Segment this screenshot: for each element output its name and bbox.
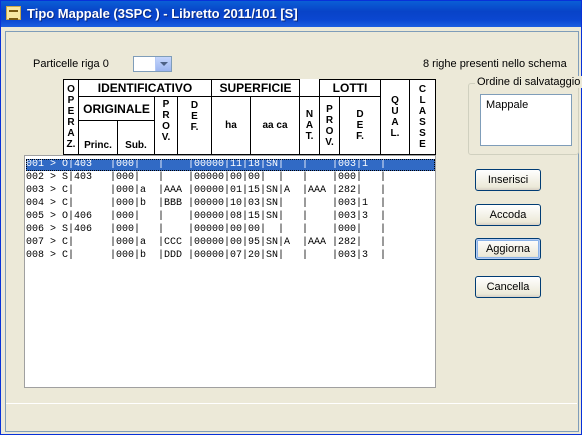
app-icon [6, 6, 21, 20]
header-princ: Princ. [78, 120, 118, 155]
chevron-down-icon[interactable] [155, 57, 171, 71]
header-identificativo: IDENTIFICATIVO [78, 79, 212, 97]
header-ha: ha [211, 96, 251, 155]
aggiorna-button[interactable]: Aggiorna [475, 238, 541, 260]
header-nat: N A T. [299, 96, 320, 155]
header-def: D E F. [177, 96, 212, 155]
cancella-button[interactable]: Cancella [475, 276, 541, 298]
particelle-dropdown[interactable] [133, 56, 172, 72]
header-operaz: O P E R A Z. [63, 79, 79, 155]
list-item[interactable]: 006 > S|406 |000| | |00000|00|00| | | |0… [26, 224, 435, 236]
righe-presenti-text: 8 righe presenti nello schema [423, 58, 567, 70]
header-prov: P R O V. [154, 96, 178, 155]
particelle-label: Particelle riga 0 [33, 58, 109, 70]
bottom-divider [6, 403, 577, 405]
list-item[interactable]: 003 > C| |000|a |AAA |00000|01|15|SN|A |… [26, 185, 435, 197]
list-item[interactable]: 002 > S|403 |000| | |00000|00|00| | | |0… [26, 172, 435, 184]
ordine-caption: Ordine di salvataggio [475, 76, 582, 88]
accoda-button[interactable]: Accoda [475, 204, 541, 226]
header-classe: C L A S S E [409, 79, 436, 155]
inserisci-button[interactable]: Inserisci [475, 169, 541, 191]
ordine-listbox[interactable]: Mappale [480, 94, 572, 146]
aggiorna-label: Aggiorna [485, 243, 531, 255]
header-superficie: SUPERFICIE [211, 79, 300, 97]
ordine-item[interactable]: Mappale [486, 99, 528, 111]
list-item[interactable]: 008 > C| |000|b |DDD |00000|07|20|SN| | … [26, 250, 435, 262]
accoda-label: Accoda [489, 209, 527, 221]
header-sub: Sub. [117, 120, 155, 155]
list-item[interactable]: 001 > O|403 |000| | |00000|11|18|SN| | |… [26, 159, 435, 171]
grid-header: O P E R A Z. IDENTIFICATIVO ORIGINALE Pr… [63, 79, 436, 155]
header-lotti-def: D E F. [339, 96, 381, 155]
inserisci-label: Inserisci [487, 174, 529, 186]
window-title: Tipo Mappale (3SPC ) - Libretto 2011/101… [27, 6, 298, 21]
cancella-label: Cancella [486, 281, 530, 293]
header-originale: ORIGINALE [78, 96, 155, 121]
list-item[interactable]: 007 > C| |000|a |CCC |00000|00|95|SN|A |… [26, 237, 435, 249]
header-aa-ca: aa ca [250, 96, 300, 155]
title-bar[interactable]: Tipo Mappale (3SPC ) - Libretto 2011/101… [1, 1, 581, 27]
header-lotti-prov: P R O V. [319, 96, 340, 155]
header-qual: Q U A L. [380, 79, 410, 155]
header-lotti: LOTTI [319, 79, 381, 97]
list-item[interactable]: 005 > O|406 |000| | |00000|08|15|SN| | |… [26, 211, 435, 223]
list-item[interactable]: 004 > C| |000|b |BBB |00000|10|03|SN| | … [26, 198, 435, 210]
main-window: Tipo Mappale (3SPC ) - Libretto 2011/101… [0, 0, 582, 435]
mappale-list[interactable]: 001 > O|403 |000| | |00000|11|18|SN| | |… [24, 155, 436, 388]
